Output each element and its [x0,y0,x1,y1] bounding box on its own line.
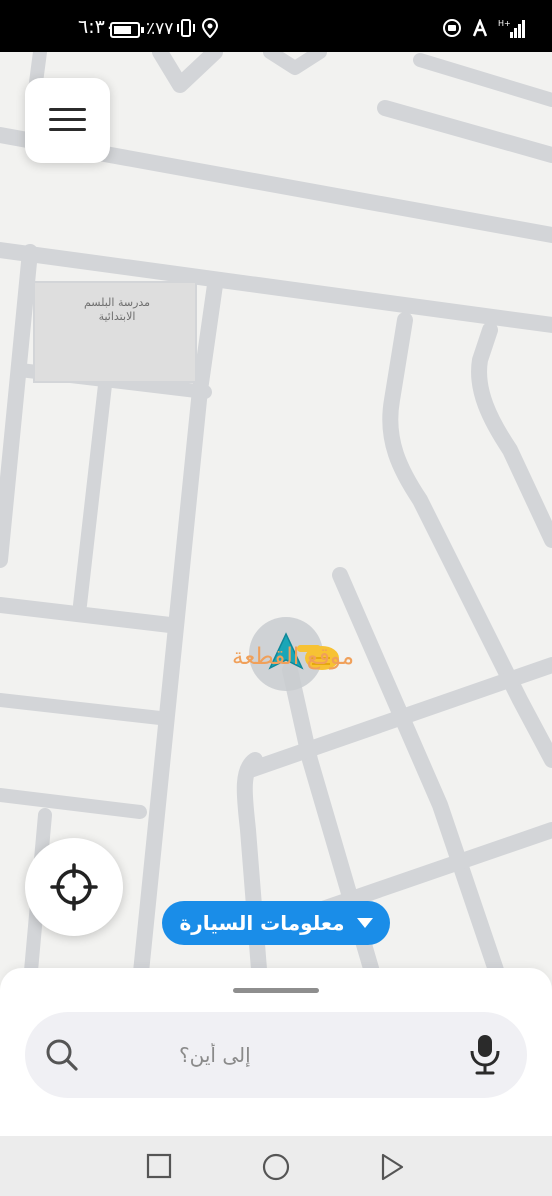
app-screen: ٦:٣٠ ٪٧٧ H+ مدرسة البلسم الابتدائية موقع… [0,0,552,1196]
school-name-line2: الابتدائية [98,310,136,323]
status-bar: ٦:٣٠ ٪٧٧ H+ [0,0,552,52]
signal-icon: H+ [498,19,525,38]
car-info-label: معلومات السيارة [179,911,345,935]
caret-down-icon [356,918,373,928]
crosshair-icon [50,863,98,911]
school-label: مدرسة البلسم الابتدائية [52,296,182,324]
status-icons-right: H+ [442,18,526,38]
location-pin-icon [202,18,218,38]
search-icon[interactable] [43,1036,81,1074]
battery-level: ٪٧٧ [146,19,174,39]
square-icon [146,1153,172,1179]
menu-button[interactable] [25,78,110,163]
triangle-icon [381,1153,404,1181]
back-button[interactable] [378,1152,406,1182]
search-input[interactable] [179,1040,379,1070]
svg-text:H+: H+ [498,19,511,28]
home-button[interactable] [261,1152,291,1182]
status-icons-left [176,18,218,38]
locate-me-button[interactable] [25,838,123,936]
system-nav-bar [0,1136,552,1196]
school-name-line1: مدرسة البلسم [83,296,151,309]
sheet-drag-handle[interactable] [233,988,319,993]
car-info-button[interactable]: معلومات السيارة [162,901,390,945]
screen-record-icon [443,19,461,37]
vibrate-icon [177,19,195,37]
search-bar[interactable] [25,1012,527,1098]
plot-location-annotation: موقع القطعة [232,644,355,670]
bottom-sheet [0,968,552,1136]
circle-icon [262,1153,290,1181]
battery-icon [110,22,144,38]
recent-apps-button[interactable] [145,1152,173,1180]
app-notification-icon [472,19,488,37]
microphone-icon[interactable] [467,1032,503,1076]
